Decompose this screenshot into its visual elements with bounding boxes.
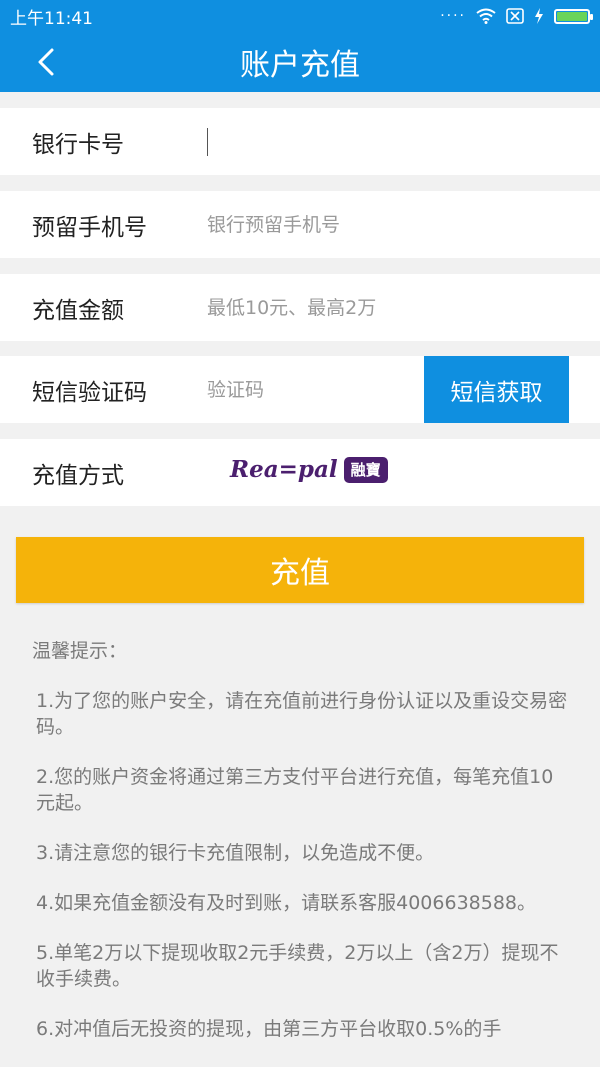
battery-icon [554, 8, 593, 24]
navigation-bar: 账户充值 [0, 32, 600, 92]
get-sms-code-button[interactable]: 短信获取 [424, 356, 569, 423]
phone-label: 预留手机号 [32, 214, 147, 241]
tip-item: 5.单笔2万以下提现收取2元手续费，2万以上（含2万）提现不收手续费。 [36, 942, 559, 990]
recharge-button[interactable]: 充值 [16, 537, 584, 603]
status-time: 上午11:41 [10, 8, 93, 29]
status-bar: 上午11:41 ···· [0, 0, 600, 32]
status-icons: ···· [440, 8, 593, 24]
charging-icon [535, 8, 543, 24]
amount-input[interactable] [207, 287, 577, 328]
tip-item: 1.为了您的账户安全，请在充值前进行身份认证以及重设交易密码。 [36, 690, 568, 738]
signal-dots-icon: ···· [440, 8, 466, 24]
wifi-icon [476, 8, 496, 24]
chevron-left-icon [38, 48, 54, 76]
back-button[interactable] [26, 42, 66, 82]
battery-level [557, 11, 588, 21]
phone-row: 预留手机号 [0, 191, 600, 258]
amount-row: 充值金额 [0, 274, 600, 341]
page-title: 账户充值 [240, 48, 360, 83]
reapal-logo-text: Rea=pal [230, 456, 338, 483]
phone-input[interactable] [207, 204, 577, 245]
no-sim-icon [506, 8, 524, 24]
tip-item: 2.您的账户资金将通过第三方支付平台进行充值，每笔充值10元起。 [36, 766, 554, 814]
tips-section: 温馨提示： 1.为了您的账户安全，请在充值前进行身份认证以及重设交易密码。 2.… [32, 638, 572, 1066]
tips-title: 温馨提示： [32, 640, 128, 662]
tip-item: 4.如果充值金额没有及时到账，请联系客服4006638588。 [36, 892, 537, 914]
sms-code-label: 短信验证码 [32, 379, 147, 406]
tip-item: 6.对冲值后无投资的提现，由第三方平台收取0.5%的手 [36, 1018, 502, 1040]
payment-method-row: 充值方式 Rea=pal 融寶 [0, 439, 600, 506]
sms-code-input[interactable] [207, 369, 407, 410]
payment-method-label: 充值方式 [32, 462, 124, 489]
card-number-row: 银行卡号 [0, 108, 600, 175]
card-number-input[interactable] [207, 121, 577, 162]
reapal-logo: Rea=pal 融寶 [230, 456, 388, 483]
tip-item: 3.请注意您的银行卡充值限制，以免造成不便。 [36, 842, 435, 864]
sms-code-row: 短信验证码 短信获取 [0, 356, 600, 423]
reapal-logo-badge: 融寶 [343, 456, 388, 483]
amount-label: 充值金额 [32, 297, 124, 324]
card-number-label: 银行卡号 [32, 131, 124, 158]
